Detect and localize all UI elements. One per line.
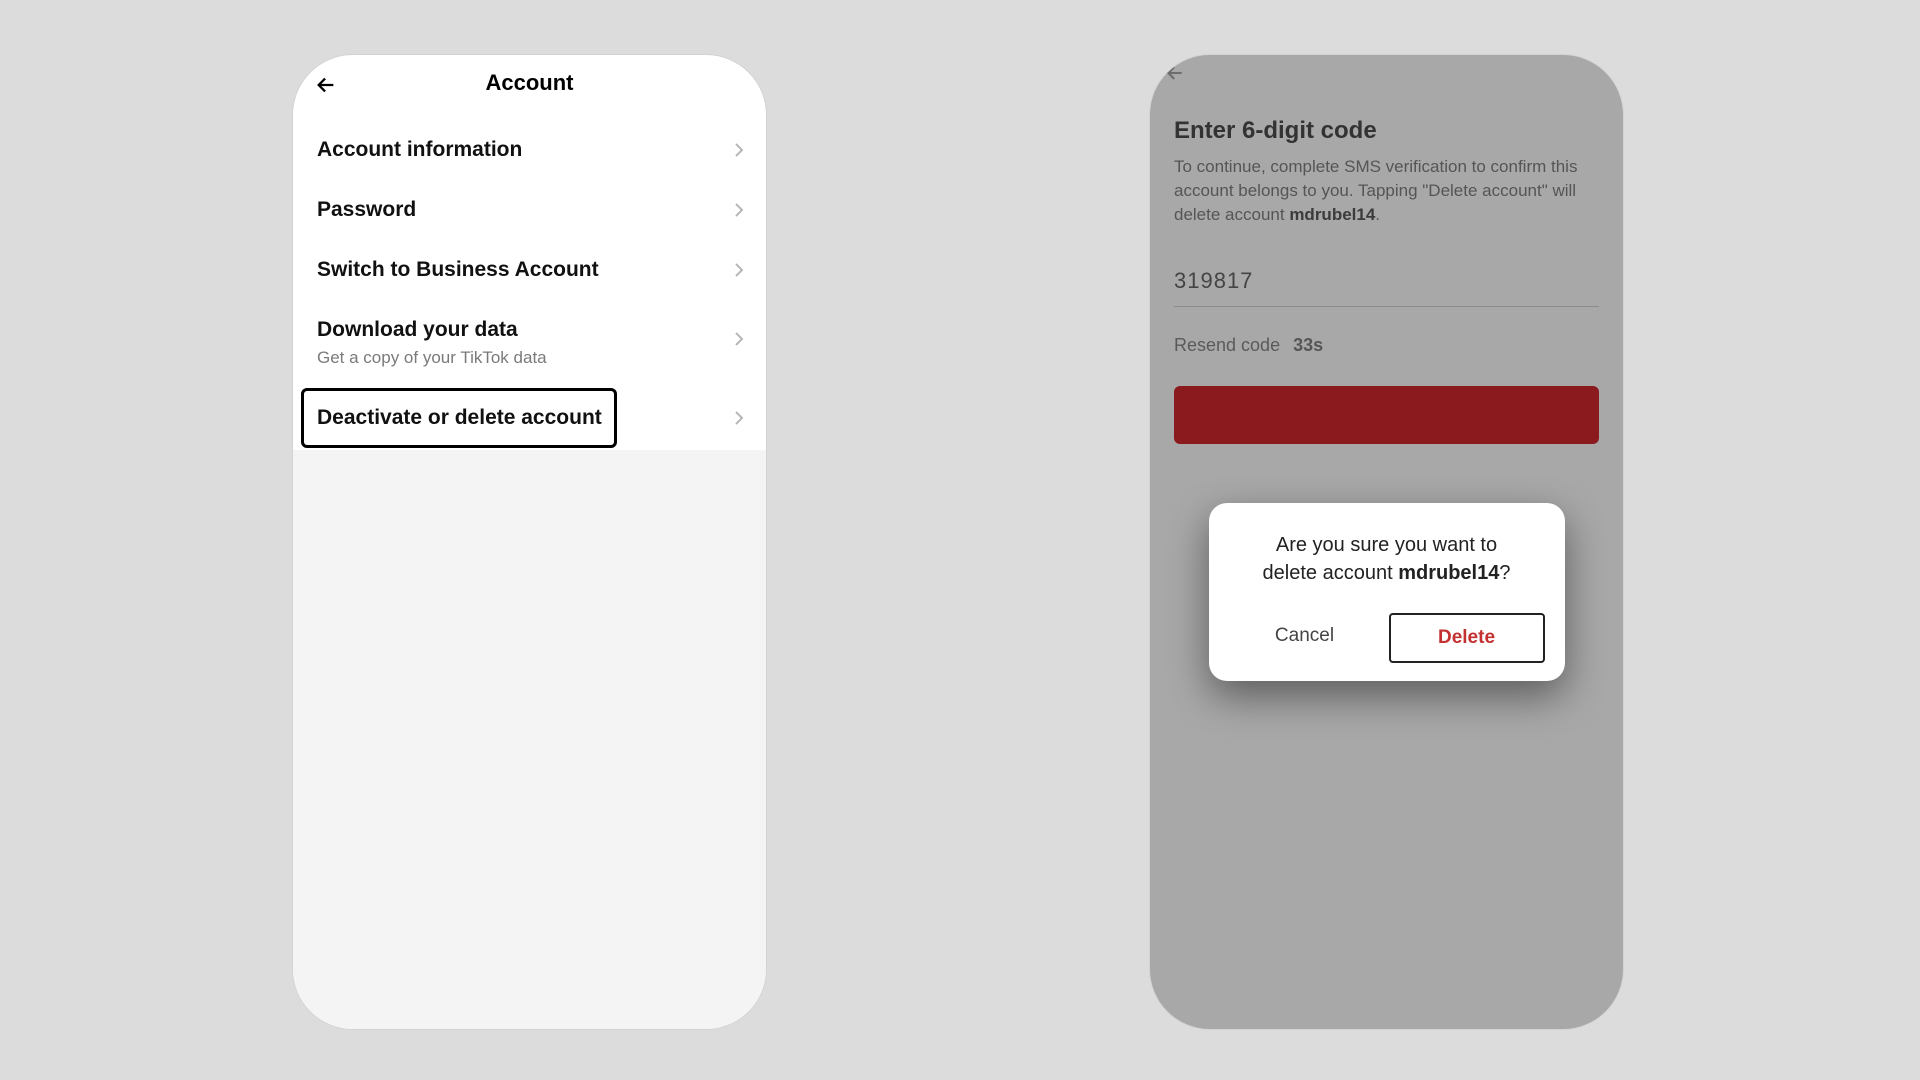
verify-description: To continue, complete SMS verification t… (1174, 155, 1599, 226)
page-title: Account (486, 70, 574, 96)
verify-content: Enter 6-digit code To continue, complete… (1150, 55, 1623, 444)
code-input[interactable]: 319817 (1174, 268, 1599, 307)
empty-area (293, 450, 766, 1029)
row-label: Switch to Business Account (317, 258, 742, 282)
dialog-line2-pre: delete account (1263, 562, 1399, 584)
chevron-right-icon (730, 330, 748, 348)
delete-button[interactable]: Delete (1389, 613, 1545, 663)
resend-timer: 33s (1293, 335, 1323, 355)
dialog-username: mdrubel14 (1398, 562, 1499, 584)
back-arrow-icon (315, 74, 337, 96)
confirm-delete-dialog: Are you sure you want to delete account … (1209, 503, 1565, 681)
back-arrow-icon (1165, 63, 1185, 83)
verify-desc-post: . (1375, 205, 1380, 224)
row-label: Account information (317, 138, 742, 162)
row-password[interactable]: Password (293, 180, 766, 240)
resend-code[interactable]: Resend code 33s (1174, 335, 1599, 356)
row-deactivate-delete[interactable]: Deactivate or delete account (293, 386, 766, 450)
row-download-data[interactable]: Download your data Get a copy of your Ti… (293, 300, 766, 386)
row-label: Deactivate or delete account (317, 406, 742, 430)
dialog-line2-post: ? (1499, 562, 1510, 584)
dialog-line1: Are you sure you want to (1276, 534, 1497, 556)
back-button[interactable] (1165, 63, 1185, 83)
navbar: Account (293, 55, 766, 110)
chevron-right-icon (730, 409, 748, 427)
chevron-right-icon (730, 201, 748, 219)
phone-verify-delete: Enter 6-digit code To continue, complete… (1150, 55, 1623, 1029)
dialog-actions: Cancel Delete (1229, 613, 1545, 663)
row-label: Download your data (317, 318, 742, 342)
chevron-right-icon (730, 141, 748, 159)
resend-label: Resend code (1174, 335, 1280, 355)
row-label: Password (317, 198, 742, 222)
settings-list: Account information Password Switch to B… (293, 110, 766, 450)
verify-title: Enter 6-digit code (1174, 117, 1599, 145)
verify-desc-username: mdrubel14 (1289, 205, 1375, 224)
cancel-button[interactable]: Cancel (1229, 613, 1381, 659)
chevron-right-icon (730, 261, 748, 279)
delete-account-button[interactable] (1174, 386, 1599, 444)
row-sublabel: Get a copy of your TikTok data (317, 348, 742, 368)
row-account-information[interactable]: Account information (293, 120, 766, 180)
phone-account-settings: Account Account information Password Swi… (293, 55, 766, 1029)
row-switch-business[interactable]: Switch to Business Account (293, 240, 766, 300)
dialog-message: Are you sure you want to delete account … (1229, 531, 1545, 587)
back-button[interactable] (311, 70, 341, 100)
